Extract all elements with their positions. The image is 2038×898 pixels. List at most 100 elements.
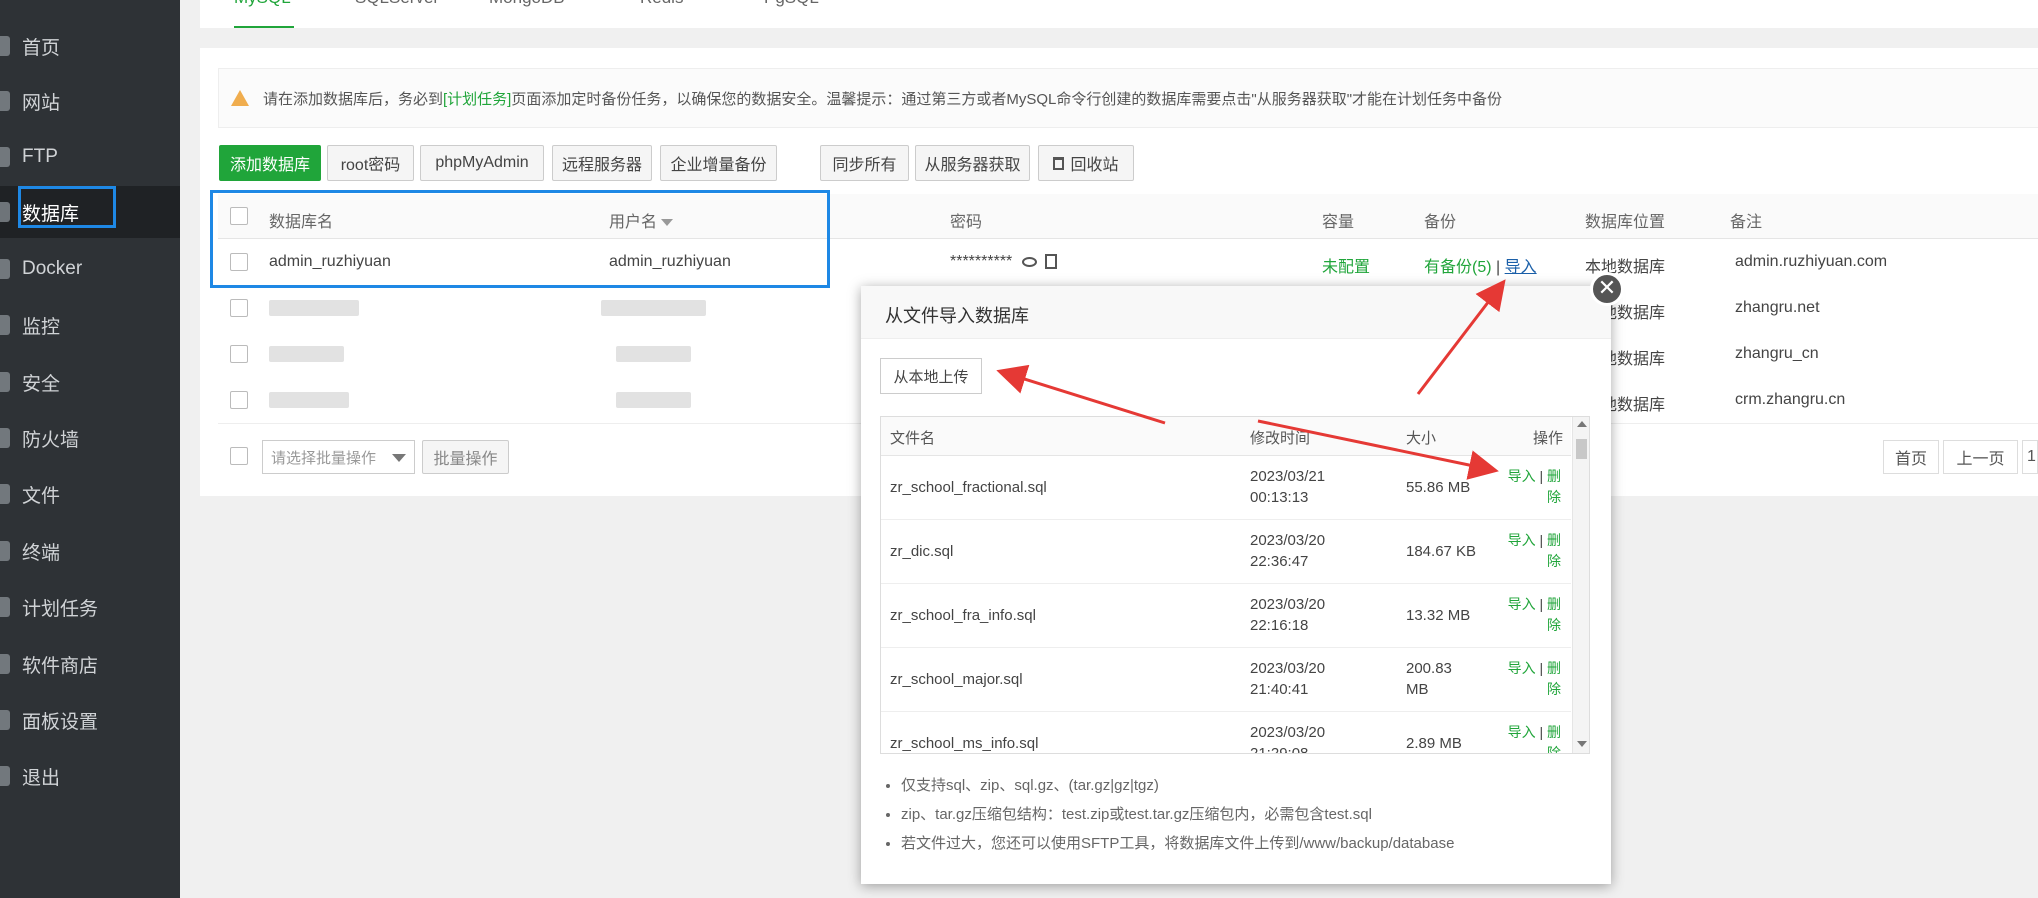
col-modified-time: 修改时间: [1250, 430, 1311, 447]
file-actions: 导入 | 删除: [1501, 530, 1561, 572]
file-date: 2023/03/20: [1250, 532, 1326, 549]
batch-operation-placeholder: 请选择批量操作: [271, 449, 377, 467]
scroll-down-icon[interactable]: [1577, 741, 1587, 747]
file-actions: 导入 | 删除: [1501, 722, 1561, 753]
sidebar-item-label: 监控: [22, 316, 61, 338]
sidebar-item-docker[interactable]: Docker: [0, 243, 180, 295]
sidebar-item-label: 文件: [22, 485, 61, 507]
col-file-name: 文件名: [890, 430, 936, 447]
tab-sqlserver[interactable]: SQLServer: [355, 0, 439, 8]
pager-prev[interactable]: 上一页: [1943, 440, 2018, 474]
batch-operation-select[interactable]: 请选择批量操作: [262, 440, 415, 474]
upload-local-button[interactable]: 从本地上传: [880, 358, 982, 394]
backup-notice: 请在添加数据库后，务必到 [计划任务] 页面添加定时备份任务，以确保您的数据安全。温…: [218, 68, 2038, 128]
delete-text-1: 删: [1547, 724, 1561, 740]
sidebar-item-logout[interactable]: 退出: [0, 750, 180, 802]
file-actions: 导入 | 删除: [1501, 594, 1561, 636]
eye-icon[interactable]: [1022, 256, 1038, 267]
sidebar-item-ftp[interactable]: FTP: [0, 131, 180, 183]
close-icon: ✕: [1597, 275, 1617, 300]
file-import-link[interactable]: 导入: [1508, 660, 1536, 676]
file-delete-link[interactable]: 删除: [1547, 724, 1561, 753]
remark-cell[interactable]: zhangru_cn: [1735, 345, 1819, 363]
docker-icon: [0, 259, 10, 279]
store-icon: [0, 654, 10, 674]
backup-count-link[interactable]: 有备份(5): [1424, 259, 1492, 276]
row-checkbox[interactable]: [230, 299, 248, 317]
batch-operation-button[interactable]: 批量操作: [422, 440, 509, 474]
delete-text-2: 除: [1547, 681, 1561, 697]
sidebar-item-firewall[interactable]: 防火墙: [0, 412, 180, 464]
remark-cell[interactable]: admin.ruzhiyuan.com: [1735, 253, 1887, 271]
file-actions: 导入 | 删除: [1501, 466, 1561, 508]
file-import-link[interactable]: 导入: [1508, 724, 1536, 740]
tab-mongodb[interactable]: MongoDB: [489, 0, 565, 8]
delete-text-2: 除: [1547, 489, 1561, 505]
sync-all-button[interactable]: 同步所有: [820, 145, 909, 181]
selected-row-highlight-box: [210, 190, 830, 288]
globe-icon: [0, 91, 10, 111]
file-delete-link[interactable]: 删除: [1547, 468, 1561, 505]
file-table-scrollbar[interactable]: [1572, 417, 1589, 753]
sidebar-item-settings[interactable]: 面板设置: [0, 694, 180, 746]
tab-active-underline: [234, 26, 294, 28]
file-delete-link[interactable]: 删除: [1547, 660, 1561, 697]
delete-text-2: 除: [1547, 553, 1561, 569]
file-size: 55.86 MB: [1406, 479, 1471, 496]
import-link[interactable]: 导入: [1505, 259, 1537, 276]
sidebar-item-files[interactable]: 文件: [0, 468, 180, 520]
firewall-icon: [0, 428, 10, 448]
terminal-icon: [0, 541, 10, 561]
enterprise-backup-button[interactable]: 企业增量备份: [660, 145, 777, 181]
delete-text-2: 除: [1547, 617, 1561, 633]
pager-page-1[interactable]: 1: [2022, 440, 2038, 474]
sidebar-item-terminal[interactable]: 终端: [0, 525, 180, 577]
capacity-cell[interactable]: 未配置: [1322, 253, 1370, 277]
sidebar-item-store[interactable]: 软件商店: [0, 638, 180, 690]
file-mtime: 2023/03/21 00:13:13: [1250, 466, 1325, 508]
sidebar-item-website[interactable]: 网站: [0, 75, 180, 127]
blurred-username: [616, 392, 691, 408]
tip-item: 仅支持sql、zip、sql.gz、(tar.gz|gz|tgz): [901, 774, 1611, 795]
pager-first[interactable]: 首页: [1883, 440, 1939, 474]
remote-server-button[interactable]: 远程服务器: [552, 145, 652, 181]
db-type-tabs: MySQL SQLServer MongoDB Redis PgSQL: [200, 0, 2038, 28]
col-remark: 备注: [1730, 214, 1763, 231]
remark-cell[interactable]: zhangru.net: [1735, 299, 1820, 317]
row-checkbox[interactable]: [230, 345, 248, 363]
file-import-link[interactable]: 导入: [1508, 468, 1536, 484]
remark-cell[interactable]: crm.zhangru.cn: [1735, 391, 1845, 409]
row-checkbox[interactable]: [230, 391, 248, 409]
tab-redis[interactable]: Redis: [640, 0, 683, 8]
sidebar-item-monitor[interactable]: 监控: [0, 299, 180, 351]
sidebar-item-cron[interactable]: 计划任务: [0, 581, 180, 633]
phpmyadmin-button[interactable]: phpMyAdmin: [420, 145, 544, 181]
batch-select-checkbox[interactable]: [230, 447, 248, 465]
file-import-link[interactable]: 导入: [1508, 596, 1536, 612]
scroll-up-icon[interactable]: [1577, 421, 1587, 427]
file-delete-link[interactable]: 删除: [1547, 532, 1561, 569]
copy-icon[interactable]: [1045, 254, 1058, 270]
delete-text-1: 删: [1547, 596, 1561, 612]
action-separator: |: [1539, 724, 1544, 740]
tab-pgsql[interactable]: PgSQL: [764, 0, 819, 8]
file-delete-link[interactable]: 删除: [1547, 596, 1561, 633]
sidebar-item-security[interactable]: 安全: [0, 356, 180, 408]
file-import-link[interactable]: 导入: [1508, 532, 1536, 548]
col-action: 操作: [1533, 430, 1564, 447]
sidebar-item-label: FTP: [22, 146, 58, 167]
file-size: 200.83 MB: [1406, 658, 1452, 700]
fetch-from-server-button[interactable]: 从服务器获取: [915, 145, 1030, 181]
file-row: zr_school_fractional.sql 2023/03/21 00:13…: [881, 456, 1571, 520]
blurred-db-name: [269, 346, 344, 362]
root-password-button[interactable]: root密码: [327, 145, 414, 181]
file-mtime: 2023/03/20 21:29:08: [1250, 722, 1325, 753]
cron-task-link[interactable]: [计划任务]: [443, 88, 511, 109]
scroll-thumb[interactable]: [1576, 439, 1587, 459]
tab-mysql[interactable]: MySQL: [234, 0, 291, 8]
recycle-bin-button[interactable]: 回收站: [1038, 145, 1134, 181]
close-dialog-button[interactable]: ✕: [1590, 272, 1624, 306]
file-time: 22:36:47: [1250, 553, 1309, 570]
sidebar-item-home[interactable]: 首页: [0, 20, 180, 72]
add-database-button[interactable]: 添加数据库: [219, 145, 321, 181]
